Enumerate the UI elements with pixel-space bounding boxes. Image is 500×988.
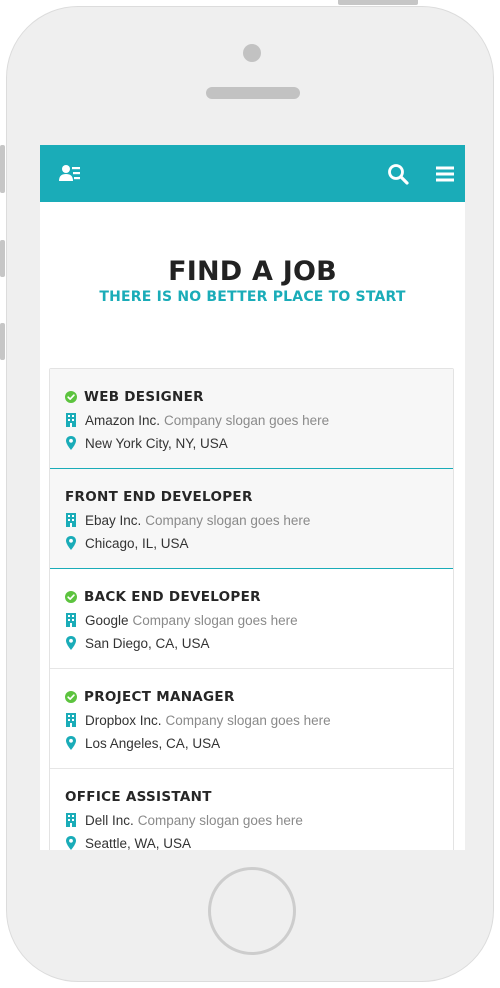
company-slogan: Company slogan goes here (132, 612, 298, 628)
job-list-item[interactable]: PROJECT MANAGER Dropbox Inc. Company sloga… (50, 669, 453, 769)
company-row: Dropbox Inc. Company slogan goes here (65, 711, 331, 729)
volume-down-button (0, 323, 5, 360)
company-row: Amazon Inc. Company slogan goes here (65, 411, 329, 429)
location-row: Los Angeles, CA, USA (65, 734, 220, 752)
app-screen: FIND A JOB THERE IS NO BETTER PLACE TO S… (40, 145, 465, 850)
company-name: Google (85, 612, 129, 628)
company-slogan: Company slogan goes here (137, 812, 303, 828)
job-title[interactable]: BACK END DEVELOPER (84, 589, 261, 605)
company-row: Google Company slogan goes here (65, 611, 298, 629)
user-list-icon[interactable] (58, 162, 82, 186)
page-title: FIND A JOB (168, 256, 337, 287)
job-title-row: PROJECT MANAGER (65, 688, 235, 706)
job-title-row: FRONT END DEVELOPER (65, 488, 253, 506)
company-name: Dropbox Inc. (85, 712, 162, 728)
company-slogan: Company slogan goes here (145, 512, 311, 528)
job-location: Los Angeles, CA, USA (85, 735, 221, 751)
job-title-row: BACK END DEVELOPER (65, 588, 261, 606)
company-row: Dell Inc. Company slogan goes here (65, 811, 303, 829)
company-slogan: Company slogan goes here (165, 712, 331, 728)
search-icon[interactable] (386, 162, 410, 186)
location-row: Seattle, WA, USA (65, 834, 191, 850)
front-camera (243, 44, 261, 62)
job-list-item[interactable]: WEB DESIGNER Amazon Inc. Company slogan go… (50, 369, 453, 469)
job-title[interactable]: WEB DESIGNER (84, 389, 204, 405)
location-pin-icon (66, 836, 76, 850)
home-button[interactable] (208, 867, 296, 955)
job-title[interactable]: FRONT END DEVELOPER (65, 489, 253, 505)
company-name: Ebay Inc. (85, 512, 142, 528)
menu-icon[interactable] (433, 162, 457, 186)
building-icon (66, 413, 76, 427)
job-location: Chicago, IL, USA (85, 535, 189, 551)
mute-switch (0, 145, 5, 193)
location-row: San Diego, CA, USA (65, 634, 210, 652)
company-slogan: Company slogan goes here (164, 412, 330, 428)
company-name: Amazon Inc. (85, 412, 161, 428)
job-list-item[interactable]: OFFICE ASSISTANT Dell Inc. Company slogan … (50, 769, 453, 850)
page-subtitle: THERE IS NO BETTER PLACE TO START (99, 289, 406, 305)
building-icon (66, 613, 76, 627)
location-pin-icon (66, 636, 76, 650)
location-pin-icon (66, 536, 76, 550)
job-location: New York City, NY, USA (85, 435, 228, 451)
earpiece-speaker (206, 87, 300, 99)
power-button (338, 0, 418, 5)
job-title[interactable]: PROJECT MANAGER (84, 689, 235, 705)
volume-up-button (0, 240, 5, 277)
job-title-row: WEB DESIGNER (65, 388, 204, 406)
location-row: Chicago, IL, USA (65, 534, 189, 552)
building-icon (66, 513, 76, 527)
job-location: Seattle, WA, USA (85, 835, 192, 851)
top-navbar (40, 145, 465, 202)
job-list: WEB DESIGNER Amazon Inc. Company slogan go… (49, 368, 454, 850)
verified-check-icon (65, 391, 77, 403)
verified-check-icon (65, 591, 77, 603)
location-pin-icon (66, 736, 76, 750)
job-title-row: OFFICE ASSISTANT (65, 788, 212, 806)
location-pin-icon (66, 436, 76, 450)
company-row: Ebay Inc. Company slogan goes here (65, 511, 310, 529)
company-name: Dell Inc. (85, 812, 134, 828)
building-icon (66, 813, 76, 827)
verified-check-icon (65, 691, 77, 703)
job-list-item[interactable]: FRONT END DEVELOPER Ebay Inc. Company slog… (50, 469, 453, 569)
job-title[interactable]: OFFICE ASSISTANT (65, 789, 212, 805)
job-list-item[interactable]: BACK END DEVELOPER Google Company slogan g… (50, 569, 453, 669)
job-location: San Diego, CA, USA (85, 635, 210, 651)
building-icon (66, 713, 76, 727)
location-row: New York City, NY, USA (65, 434, 228, 452)
hero-section: FIND A JOB THERE IS NO BETTER PLACE TO S… (40, 255, 465, 305)
